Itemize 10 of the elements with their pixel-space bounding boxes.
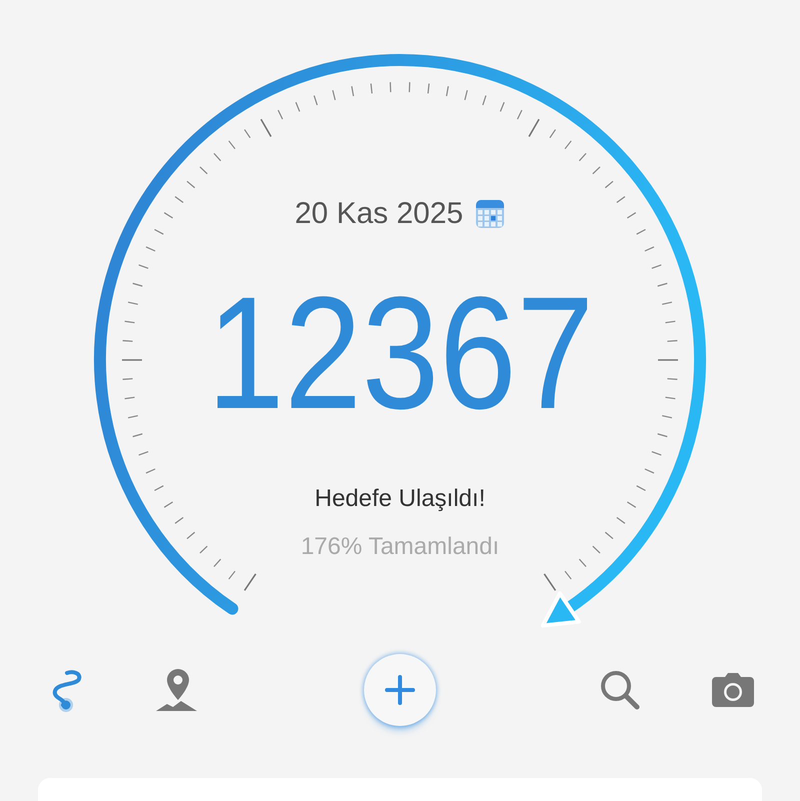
step-count: 12367 <box>206 273 594 433</box>
progress-text: 176% Tamamlandı <box>300 533 500 561</box>
search-icon[interactable] <box>599 669 641 711</box>
arrow-head-icon <box>540 592 581 628</box>
goal-status: Hedefe Ulaşıldı! <box>314 485 486 513</box>
calendar-icon[interactable] <box>475 199 506 229</box>
add-button[interactable] <box>364 654 436 726</box>
plus-icon <box>384 674 416 706</box>
camera-icon[interactable] <box>711 672 755 708</box>
date-label: 20 Kas 2025 <box>294 197 464 231</box>
